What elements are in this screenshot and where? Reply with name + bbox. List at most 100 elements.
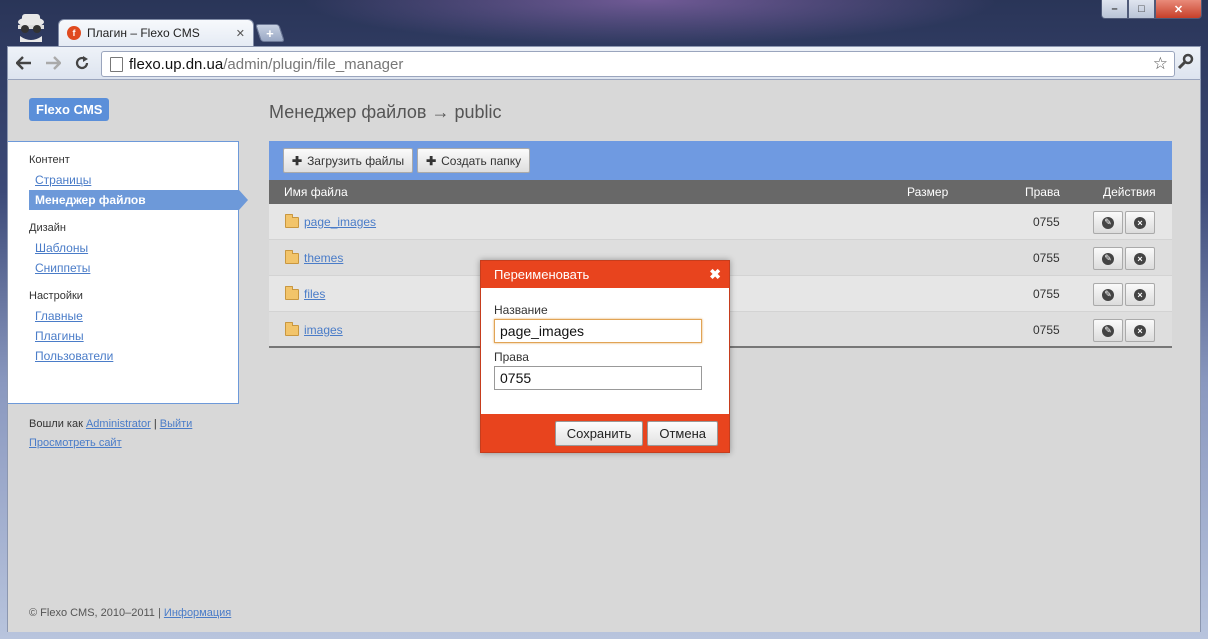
delete-button[interactable]: × xyxy=(1125,283,1155,306)
delete-icon: × xyxy=(1134,324,1146,337)
incognito-icon xyxy=(18,14,44,42)
sidebar-item-file-manager[interactable]: Менеджер файлов xyxy=(29,190,248,210)
button-label: Загрузить файлы xyxy=(307,153,405,168)
nav-heading: Контент xyxy=(29,154,70,166)
cms-logo[interactable]: Flexo CMS xyxy=(29,98,110,121)
folder-icon xyxy=(285,250,299,264)
nav-heading: Настройки xyxy=(29,290,83,302)
nav-heading: Дизайн xyxy=(29,222,66,234)
pencil-icon: ✎ xyxy=(1102,288,1114,301)
logged-in-label: Вошли как xyxy=(29,418,83,430)
pencil-icon: ✎ xyxy=(1102,252,1114,265)
button-label: Создать папку xyxy=(441,153,522,168)
sidebar-item-plugins[interactable]: Плагины xyxy=(29,326,238,346)
folder-link[interactable]: page_images xyxy=(304,215,376,229)
name-field[interactable] xyxy=(494,319,702,343)
sidebar-item-templates[interactable]: Шаблоны xyxy=(29,238,238,258)
reload-icon[interactable] xyxy=(69,50,95,76)
folder-icon xyxy=(285,322,299,336)
page-viewport: Flexo CMS Контент Страницы Менеджер файл… xyxy=(7,80,1201,632)
folder-link[interactable]: files xyxy=(304,287,325,301)
create-folder-button[interactable]: ✚ Создать папку xyxy=(417,148,531,173)
rename-button[interactable]: ✎ xyxy=(1093,211,1123,234)
page-footer: © Flexo CMS, 2010–2011 | Информация xyxy=(29,607,231,619)
separator: | xyxy=(153,418,157,430)
bookmark-star-icon[interactable]: ☆ xyxy=(1153,54,1168,74)
column-header-name: Имя файла xyxy=(284,185,348,199)
dialog-title: Переименовать xyxy=(494,267,590,282)
nav-group-design: Дизайн Шаблоны Сниппеты xyxy=(29,222,238,278)
address-bar[interactable]: flexo.up.dn.ua/admin/plugin/file_manager… xyxy=(101,51,1175,77)
forward-arrow-icon[interactable] xyxy=(40,50,66,76)
browser-tab[interactable]: f Плагин – Flexo CMS ✕ xyxy=(58,19,254,46)
maximize-button[interactable]: □ xyxy=(1128,0,1155,19)
delete-button[interactable]: × xyxy=(1125,319,1155,342)
rename-button[interactable]: ✎ xyxy=(1093,283,1123,306)
table-header: Имя файла Размер Права Действия xyxy=(269,180,1172,204)
page-icon xyxy=(110,56,123,72)
folder-link[interactable]: themes xyxy=(304,251,343,265)
rights-field[interactable] xyxy=(494,366,702,390)
folder-icon xyxy=(285,286,299,300)
plus-icon: + xyxy=(266,25,274,41)
table-row: page_images 0755 ✎ × xyxy=(269,204,1172,240)
session-info: Вошли как Administrator | Выйти Просмотр… xyxy=(29,415,192,453)
sidebar-item-general[interactable]: Главные xyxy=(29,306,238,326)
pencil-icon: ✎ xyxy=(1102,216,1114,229)
tab-title: Плагин – Flexo CMS xyxy=(87,26,200,40)
delete-button[interactable]: × xyxy=(1125,211,1155,234)
rights-value: 0755 xyxy=(1033,215,1060,229)
back-arrow-icon[interactable] xyxy=(11,50,37,76)
delete-button[interactable]: × xyxy=(1125,247,1155,270)
sidebar-item-pages[interactable]: Страницы xyxy=(29,170,238,190)
browser-toolbar: flexo.up.dn.ua/admin/plugin/file_manager… xyxy=(7,46,1201,80)
copyright: © Flexo CMS, 2010–2011 xyxy=(29,607,155,619)
rename-dialog: Переименовать ✖ Название Права Сохранить… xyxy=(480,260,730,453)
url-host: flexo.up.dn.ua xyxy=(129,55,224,73)
nav-group-settings: Настройки Главные Плагины Пользователи xyxy=(29,290,238,366)
sidebar-item-users[interactable]: Пользователи xyxy=(29,346,238,366)
wrench-menu-icon[interactable] xyxy=(1176,53,1194,76)
cancel-button[interactable]: Отмена xyxy=(647,420,718,446)
rights-value: 0755 xyxy=(1033,287,1060,301)
plus-icon: ✚ xyxy=(292,153,303,168)
page-title: Менеджер файлов → public xyxy=(269,102,502,122)
logout-link[interactable]: Выйти xyxy=(160,418,193,430)
column-header-size: Размер xyxy=(907,185,949,199)
save-button[interactable]: Сохранить xyxy=(554,420,644,446)
minimize-button[interactable]: – xyxy=(1101,0,1128,19)
user-link[interactable]: Administrator xyxy=(86,418,151,430)
window-background xyxy=(300,0,1000,45)
column-header-rights: Права xyxy=(1025,185,1060,199)
rights-label: Права xyxy=(494,350,529,364)
view-site-link[interactable]: Просмотреть сайт xyxy=(29,437,122,449)
upload-files-button[interactable]: ✚ Загрузить файлы xyxy=(283,148,414,173)
nav-group-content: Контент Страницы Менеджер файлов xyxy=(29,154,248,210)
delete-icon: × xyxy=(1134,252,1146,265)
close-icon[interactable]: ✖ xyxy=(709,266,721,283)
dialog-body: Название Права xyxy=(481,288,729,397)
plus-icon: ✚ xyxy=(426,153,437,168)
info-link[interactable]: Информация xyxy=(164,607,231,619)
folder-link[interactable]: images xyxy=(304,323,343,337)
rights-value: 0755 xyxy=(1033,251,1060,265)
window-controls: – □ ✕ xyxy=(1101,0,1202,19)
pencil-icon: ✎ xyxy=(1102,324,1114,337)
rename-button[interactable]: ✎ xyxy=(1093,247,1123,270)
browser-window: f Плагин – Flexo CMS ✕ + – □ ✕ flexo.up.… xyxy=(0,0,1208,639)
favicon-icon: f xyxy=(67,26,81,40)
tab-close-icon[interactable]: ✕ xyxy=(236,27,245,40)
panel-toolbar: ✚ Загрузить файлы ✚ Создать папку xyxy=(269,141,1172,180)
new-tab-button[interactable]: + xyxy=(255,24,285,42)
dialog-footer: Сохранить Отмена xyxy=(481,414,729,452)
column-header-actions: Действия xyxy=(1103,185,1156,199)
rights-value: 0755 xyxy=(1033,323,1060,337)
sidebar-nav: Контент Страницы Менеджер файлов Дизайн … xyxy=(8,141,248,404)
url-path: /admin/plugin/file_manager xyxy=(223,55,404,73)
name-label: Название xyxy=(494,303,548,317)
close-window-button[interactable]: ✕ xyxy=(1155,0,1202,19)
delete-icon: × xyxy=(1134,288,1146,301)
sidebar-item-snippets[interactable]: Сниппеты xyxy=(29,258,238,278)
rename-button[interactable]: ✎ xyxy=(1093,319,1123,342)
folder-icon xyxy=(285,214,299,228)
